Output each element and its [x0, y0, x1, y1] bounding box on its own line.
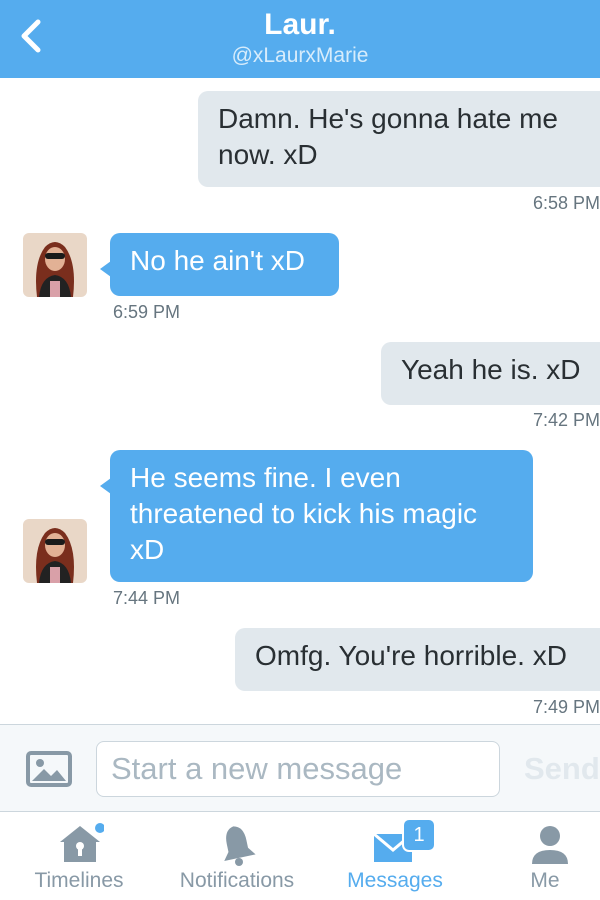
message-text-line: Damn. He's gonna hate me: [218, 103, 558, 134]
tab-me[interactable]: Me: [490, 812, 600, 900]
tab-notifications[interactable]: Notifications: [166, 812, 308, 900]
message-text-line: xD: [130, 534, 165, 565]
message-text-line: now. xD: [218, 139, 318, 170]
message-timestamp: 7:44 PM: [113, 588, 181, 608]
message-text-line: Omfg. You're horrible. xD: [255, 640, 567, 671]
avatar-image: [23, 519, 87, 583]
contact-handle[interactable]: @xLaurxMarie: [0, 44, 600, 68]
avatar-image: [23, 233, 87, 297]
tab-label: Messages: [347, 869, 443, 892]
incoming-message-bubble[interactable]: No he ain't xD: [100, 233, 339, 296]
message-timestamp: 7:49 PM: [533, 697, 600, 717]
tab-label: Notifications: [179, 869, 295, 892]
unread-badge: 1: [402, 818, 436, 852]
message-composer: Send: [0, 724, 600, 812]
home-icon: [60, 823, 104, 862]
message-text-line: threatened to kick his magic: [130, 498, 478, 529]
tab-bar: Timelines Notifications 1 Messages Me: [0, 812, 600, 900]
message-text-line: Yeah he is. xD: [401, 354, 581, 385]
message-list[interactable]: Damn. He's gonna hate me now. xD 6:58 PM…: [0, 78, 600, 724]
tab-timelines[interactable]: Timelines: [10, 812, 148, 900]
contact-avatar[interactable]: [23, 519, 87, 583]
tab-label: Timelines: [34, 869, 124, 892]
bell-icon: [224, 826, 256, 866]
tab-label: Me: [530, 869, 560, 892]
message-timestamp: 6:58 PM: [533, 193, 600, 213]
contact-name[interactable]: Laur.: [0, 8, 600, 42]
send-button[interactable]: Send: [524, 751, 600, 787]
conversation-header: Laur. @xLaurxMarie: [0, 0, 600, 78]
add-photo-button[interactable]: [26, 751, 72, 787]
image-icon: [26, 751, 72, 787]
message-text-line: No he ain't xD: [130, 245, 305, 276]
outgoing-message-bubble[interactable]: Omfg. You're horrible. xD: [235, 628, 600, 691]
outgoing-message-bubble[interactable]: Yeah he is. xD: [381, 342, 600, 405]
message-timestamp: 7:42 PM: [533, 410, 600, 430]
message-input[interactable]: [96, 741, 500, 797]
contact-avatar[interactable]: [23, 233, 87, 297]
message-text-line: He seems fine. I even: [130, 462, 401, 493]
tab-messages[interactable]: 1 Messages: [326, 812, 464, 900]
message-timestamp: 6:59 PM: [113, 302, 181, 322]
incoming-message-bubble[interactable]: He seems fine. I even threatened to kick…: [100, 450, 533, 582]
unread-dot: [95, 823, 104, 833]
person-icon: [532, 826, 568, 864]
outgoing-message-bubble[interactable]: Damn. He's gonna hate me now. xD: [198, 91, 600, 187]
